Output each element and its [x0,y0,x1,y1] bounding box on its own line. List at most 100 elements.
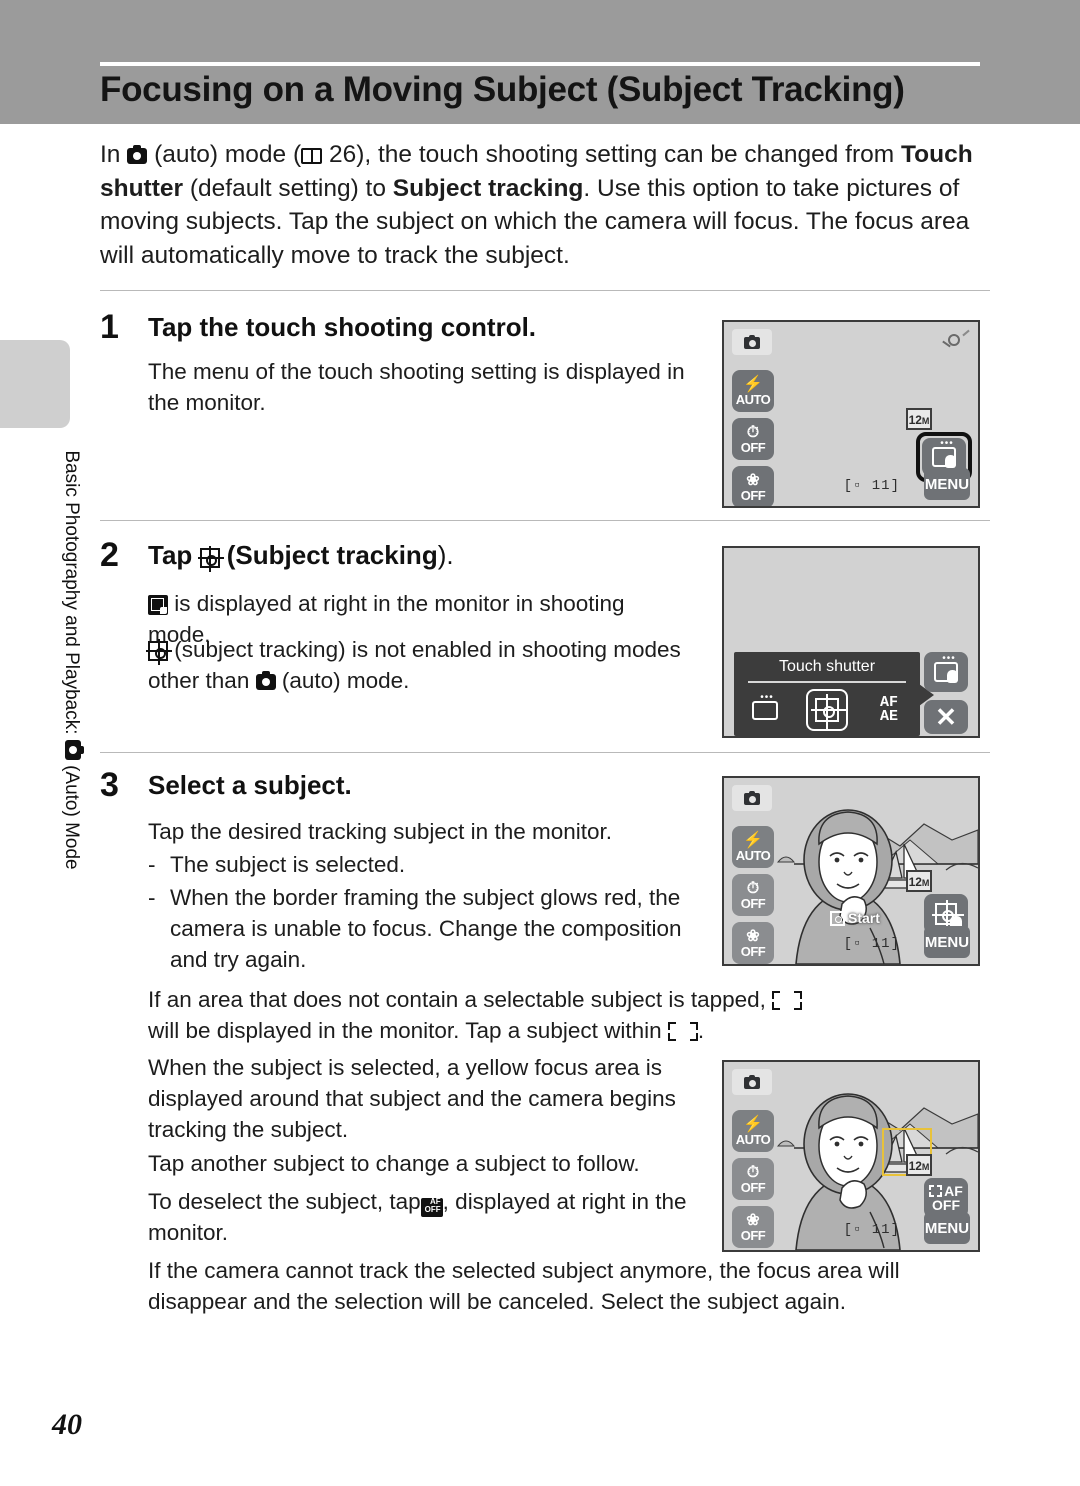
bullet-dash: - [148,885,156,910]
intro-text-d: (default setting) to [189,174,386,202]
touch-rays-icon: ••• [942,653,956,664]
manual-page: Focusing on a Moving Subject (Subject Tr… [0,0,1080,1486]
popup-option-touch-shutter[interactable]: ••• [742,690,788,730]
divider-3 [100,752,990,753]
flash-mode-label: AUTO [735,391,771,407]
touch-rays-icon: ••• [940,438,954,449]
touch-rays-icon: ••• [760,691,774,703]
remaining-shots-indicator: [▫ 11] [843,478,900,494]
self-timer-button[interactable]: ⏱ OFF [732,874,774,916]
intro-paragraph: In (auto) mode ( 26), the touch shooting… [100,138,990,272]
flash-mode-label: AUTO [735,847,771,863]
start-tracking-hint: Start [830,910,880,926]
focus-brackets-icon [667,1022,698,1041]
intro-text-b: (auto) mode ( [154,141,302,168]
step-2-body-2-text-a: (subject tracking) is not enabled in sho… [148,637,681,693]
divider-1 [100,290,990,291]
touch-shooting-control-button[interactable]: ••• [924,652,968,692]
macro-mode-label: OFF [740,943,766,959]
image-size-value: 12 [908,413,922,427]
self-timer-label: OFF [740,439,766,455]
close-button[interactable]: ✕ [924,700,968,734]
remaining-shots-indicator: [▫ 11] [843,1222,900,1238]
flash-icon: ⚡ [743,375,763,393]
macro-mode-button[interactable]: ❀ OFF [732,922,774,964]
bullet-dash: - [148,852,156,877]
section-side-label: Basic Photography and Playback: (Auto) M… [42,400,82,920]
intro-bold-subject-tracking: Subject tracking [392,174,584,202]
popup-rule [748,681,906,683]
menu-button[interactable]: MENU [924,1212,970,1244]
note-1-text-a: If an area that does not contain a selec… [148,987,766,1012]
side-label-pre: Basic Photography and Playback: [61,450,82,735]
step-3-bullet-2-text: When the border framing the subject glow… [170,885,682,972]
step-2-heading-pre: Tap [148,540,193,570]
subject-tracking-active-icon [148,595,168,615]
image-size-value: 12 [908,1159,922,1173]
flash-icon: ⚡ [743,831,763,849]
image-size-unit: M [921,878,930,888]
subject-tracking-icon [197,546,224,572]
step-2-heading-bold: Subject tracking [235,540,438,570]
self-timer-button[interactable]: ⏱ OFF [732,418,774,460]
note-5: If the camera cannot track the selected … [148,1258,900,1314]
tracking-off-icon: AF [929,1184,963,1198]
menu-button[interactable]: MENU [924,468,970,500]
image-size-unit: M [921,416,930,426]
image-size-value: 12 [908,875,922,889]
flash-mode-button[interactable]: ⚡ AUTO [732,826,774,868]
flash-mode-button[interactable]: ⚡ AUTO [732,1110,774,1152]
camera-screen-step-3: ⚡ AUTO ⏱ OFF ❀ OFF INFO 12M [722,776,980,966]
off-label: OFF [932,1197,960,1213]
shooting-mode-chip [732,1069,772,1095]
popup-option-subject-tracking[interactable] [804,689,850,731]
tracking-off-icon: AF OFF [420,1198,443,1217]
page-header-band: Focusing on a Moving Subject (Subject Tr… [0,0,1080,124]
camera-mode-icon [744,790,760,805]
divider-2 [100,520,990,521]
step-3-number: 3 [100,766,119,804]
note-4: To deselect the subject, tap AF OFF, displ… [148,1186,688,1248]
macro-mode-button[interactable]: ❀ OFF [732,466,774,506]
book-reference-icon [301,148,323,164]
self-timer-button[interactable]: ⏱ OFF [732,1158,774,1200]
start-label: Start [848,910,880,926]
macro-mode-button[interactable]: ❀ OFF [732,1206,774,1248]
macro-flower-icon: ❀ [746,1211,760,1229]
image-size-indicator: 12M [906,1154,932,1176]
step-3: 3 Select a subject. Tap the desired trac… [100,766,700,976]
step-2-heading-post: ). [437,540,454,570]
page-number: 40 [52,1408,82,1441]
step-2-heading: Tap (Subject tracking). [148,540,454,572]
header-rule [100,62,980,66]
step-3-body: Tap the desired tracking subject in the … [148,819,613,844]
note-1: If an area that does not contain a selec… [148,984,838,1046]
remaining-shots-indicator: [▫ 11] [843,936,900,952]
touch-shutter-icon: ••• [934,654,958,683]
intro-text-c: ), the touch shooting setting can be cha… [356,141,895,168]
popup-options-row: ••• AF AE [734,686,920,734]
step-2-body-2: (subject tracking) is not enabled in sho… [146,634,688,696]
camera-mode-icon [744,1074,760,1089]
camera-auto-icon [255,671,276,690]
step-3-bullet-2: - When the border framing the subject gl… [148,882,693,975]
menu-button[interactable]: MENU [924,926,970,958]
focus-brackets-icon [929,1185,943,1197]
flash-mode-button[interactable]: ⚡ AUTO [732,370,774,412]
macro-flower-icon: ❀ [746,471,760,489]
touch-shutter-icon: ••• [932,439,956,468]
intro-text-a: In [100,141,121,168]
subject-tracking-icon [932,900,964,932]
shooting-mode-chip [732,329,772,355]
page-title: Focusing on a Moving Subject (Subject Tr… [100,70,905,109]
self-timer-icon: ⏱ [746,423,760,441]
subject-tracking-icon [146,639,172,665]
step-1: 1 Tap the touch shooting control. The me… [100,308,700,488]
touch-shooting-popup: Touch shutter ••• AF AE [734,652,934,736]
popup-option-af-ae[interactable]: AF AE [866,690,912,730]
step-2-number: 2 [100,536,119,574]
note-2: When the subject is selected, a yellow f… [148,1055,676,1142]
af-ae-icon: AF AE [880,695,898,724]
step-3-bullet-1: - The subject is selected. [148,849,693,880]
camera-screen-step-2: Touch shutter ••• AF AE ••• ✕ [722,546,980,738]
